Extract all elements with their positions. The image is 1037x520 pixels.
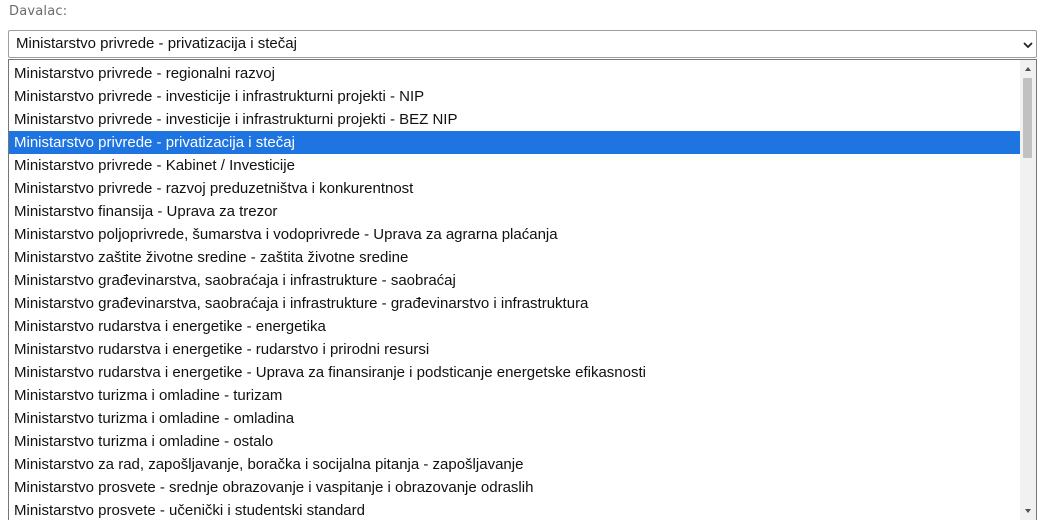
- donor-select[interactable]: Ministarstvo privrede - privatizacija i …: [8, 30, 1037, 58]
- dropdown-option[interactable]: Ministarstvo prosvete - srednje obrazova…: [9, 476, 1020, 499]
- dropdown-option[interactable]: Ministarstvo privrede - regionalni razvo…: [9, 62, 1020, 85]
- triangle-down-icon[interactable]: [1020, 504, 1036, 518]
- dropdown-option[interactable]: Ministarstvo finansija - Uprava za trezo…: [9, 200, 1020, 223]
- dropdown-option[interactable]: Ministarstvo za rad, zapošljavanje, bora…: [9, 453, 1020, 476]
- options-container: Ministarstvo privrede - regionalni razvo…: [9, 62, 1020, 520]
- dropdown-option[interactable]: Ministarstvo zaštite životne sredine - z…: [9, 246, 1020, 269]
- dropdown-option[interactable]: Ministarstvo privrede - investicije i in…: [9, 85, 1020, 108]
- dropdown-option[interactable]: Ministarstvo rudarstva i energetike - Up…: [9, 361, 1020, 384]
- dropdown-option[interactable]: Ministarstvo turizma i omladine - omladi…: [9, 407, 1020, 430]
- dropdown-option[interactable]: Ministarstvo privrede - razvoj preduzetn…: [9, 177, 1020, 200]
- select-value: Ministarstvo privrede - privatizacija i …: [16, 35, 297, 52]
- field-label: Davalac:: [9, 4, 68, 19]
- scroll-thumb[interactable]: [1023, 78, 1032, 158]
- dropdown-option[interactable]: Ministarstvo građevinarstva, saobraćaja …: [9, 269, 1020, 292]
- dropdown-list[interactable]: Ministarstvo privrede - regionalni razvo…: [8, 59, 1037, 520]
- scrollbar[interactable]: [1020, 60, 1036, 520]
- dropdown-option[interactable]: Ministarstvo građevinarstva, saobraćaja …: [9, 292, 1020, 315]
- dropdown-option[interactable]: Ministarstvo turizma i omladine - turiza…: [9, 384, 1020, 407]
- dropdown-option[interactable]: Ministarstvo prosvete - učenički i stude…: [9, 499, 1020, 520]
- dropdown-option-selected[interactable]: Ministarstvo privrede - privatizacija i …: [9, 131, 1020, 154]
- dropdown-option[interactable]: Ministarstvo poljoprivrede, šumarstva i …: [9, 223, 1020, 246]
- dropdown-option[interactable]: Ministarstvo rudarstva i energetike - en…: [9, 315, 1020, 338]
- triangle-up-icon[interactable]: [1020, 62, 1036, 76]
- dropdown-option[interactable]: Ministarstvo turizma i omladine - ostalo: [9, 430, 1020, 453]
- dropdown-option[interactable]: Ministarstvo privrede - Kabinet / Invest…: [9, 154, 1020, 177]
- dropdown-option[interactable]: Ministarstvo privrede - investicije i in…: [9, 108, 1020, 131]
- dropdown-option[interactable]: Ministarstvo rudarstva i energetike - ru…: [9, 338, 1020, 361]
- chevron-down-icon: [1023, 42, 1033, 49]
